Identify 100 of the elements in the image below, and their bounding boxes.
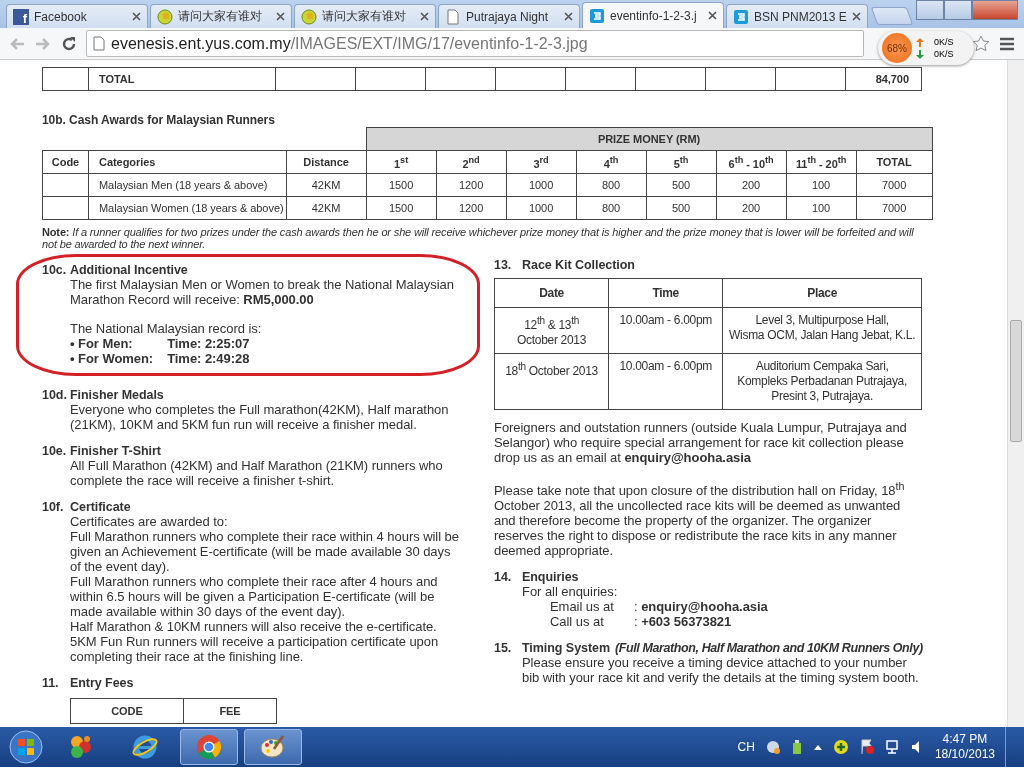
caret-icon[interactable] xyxy=(812,743,823,751)
text-line: Half Marathon & 10KM runners will also receive the e-certificate. xyxy=(70,619,438,634)
e-logo-icon[interactable] xyxy=(131,733,159,761)
table-cell: 10.00am - 6.00pm xyxy=(608,353,723,410)
table-cell: 7000 xyxy=(856,196,933,220)
star-icon[interactable] xyxy=(972,34,990,53)
text-line: Full Marathon runners who complete their race within 4 hours will be given an Achievement E-certificate (will be made available 30 days of the event day). xyxy=(70,529,460,574)
section-title: Race Kit Collection xyxy=(522,258,635,272)
table-cell: 100 xyxy=(786,173,857,197)
paragraph: Everyone who completes the Full marathon(42KM), Half marathon (21KM), 10KM and 5KM fun run will receive a finisher medal. xyxy=(70,402,450,432)
table-cell: 800 xyxy=(576,196,647,220)
column-header: Time xyxy=(608,278,723,308)
flag-icon[interactable] xyxy=(858,739,875,755)
paragraph: Foreigners and outstation runners (outside Kuala Lumpur, Putrajaya and Selangor) who require special arrangement for race kit collection please drop us as an email at enquiry@hooha.asia xyxy=(494,420,908,465)
column-header: Date xyxy=(494,278,609,308)
note-text: Note: If a runner qualifies for two prizes under the cash awards then he or she will receive whichever prize money that is higher and the prize money that is lower will be forfeited and will not be awarded to the next winner. xyxy=(42,226,915,250)
bullet-label: • For Men: xyxy=(70,336,134,351)
section-heading: 10b. Cash Awards for Malaysian Runners xyxy=(42,113,276,127)
close-icon[interactable] xyxy=(276,12,285,21)
table-cell: 1000 xyxy=(506,173,577,197)
column-header: 5$^{th}$ xyxy=(646,150,717,174)
column-header: 2$^{nd}$ xyxy=(436,150,507,174)
network-icon[interactable] xyxy=(884,739,901,755)
table-cell: 42KM xyxy=(286,196,367,220)
language-indicator[interactable]: CH xyxy=(737,740,755,754)
contact-value: : +603 56373821 xyxy=(634,614,733,630)
down-arrow-icon xyxy=(916,49,924,59)
site-icon xyxy=(589,7,605,24)
reload-icon[interactable] xyxy=(60,34,78,53)
chrome-ball-icon[interactable] xyxy=(195,733,223,761)
contact-value: : enquiry@hooha.asia xyxy=(634,599,769,615)
paragraph: The National Malaysian record is: xyxy=(70,321,263,336)
section-number: 10d. xyxy=(42,388,68,402)
table-cell: 18$^{th}$ October 2013 xyxy=(494,353,609,410)
plus-icon[interactable] xyxy=(832,739,849,755)
address-bar[interactable]: evenesis.ent.yus.com.my/IMAGES/EXT/IMG/17/eventinfo-1-2-3.jpg xyxy=(86,30,864,57)
section-number: 10f. xyxy=(42,500,65,514)
close-icon[interactable] xyxy=(852,12,861,21)
section-number: 11. xyxy=(42,676,60,690)
section-title: Finisher Medals xyxy=(70,388,164,402)
section-title: Certificate xyxy=(70,500,131,514)
column-header: 4$^{th}$ xyxy=(576,150,647,174)
column-header: Code xyxy=(42,150,89,174)
browser-tab[interactable]: Putrajaya Night xyxy=(438,4,580,28)
page-icon xyxy=(93,36,105,51)
section-number: 15. xyxy=(494,641,513,656)
table-cell: 1500 xyxy=(366,196,437,220)
clock[interactable]: 4:47 PM 18/10/2013 xyxy=(934,732,995,762)
browser-tab[interactable]: BSN PNM2013 E xyxy=(726,4,868,28)
browser-tab[interactable]: eventinfo-1-2-3.j xyxy=(582,2,724,28)
column-header: Categories xyxy=(88,150,287,174)
browser-tab[interactable]: 请问大家有谁对 xyxy=(150,4,292,28)
column-header: 3$^{rd}$ xyxy=(506,150,577,174)
record-time: Time: 2:49:28 xyxy=(167,351,250,366)
date: 18/10/2013 xyxy=(934,747,995,762)
palette-icon[interactable] xyxy=(259,733,287,761)
table-cell: 1200 xyxy=(436,173,507,197)
record-time: Time: 2:25:07 xyxy=(167,336,250,351)
text-line: Please ensure you receive a timing device attached to your number bib with your race kit and verify the details at the timing system booth. xyxy=(522,655,920,686)
table-cell: 10.00am - 6.00pm xyxy=(608,307,723,354)
close-icon[interactable] xyxy=(132,12,141,21)
column-header: FEE xyxy=(183,698,277,724)
site-icon xyxy=(733,8,749,25)
table-cell: 12$^{th}$ & 13$^{th}$ October 2013 xyxy=(494,307,609,354)
table-cell: 1500 xyxy=(366,173,437,197)
paragraph: All Full Marathon (42KM) and Half Marathon (21KM) runners who complete the race will receive a finisher t-shirt. xyxy=(70,458,444,488)
close-icon[interactable] xyxy=(420,12,429,21)
table-cell: Level 3, Multipurpose Hall, Wisma OCM, Jalan Hang Jebat, K.L. xyxy=(722,307,922,354)
scrollbar[interactable] xyxy=(1007,60,1024,727)
minimize-button[interactable] xyxy=(916,0,944,20)
column-header: 6$^{th}$ - 10$^{th}$ xyxy=(716,150,787,174)
start-orb-icon[interactable] xyxy=(6,729,46,765)
section-title: Additional Incentive xyxy=(70,263,188,277)
close-icon[interactable] xyxy=(564,12,573,21)
column-header: CODE xyxy=(70,698,184,724)
table-cell: 1200 xyxy=(436,196,507,220)
table-cell: Malaysian Men (18 years & above) xyxy=(88,173,287,197)
group-header: PRIZE MONEY (RM) xyxy=(366,127,933,151)
table-cell: 100 xyxy=(786,196,857,220)
download-rate: 0K/S xyxy=(934,49,954,59)
contact-label: Email us at xyxy=(550,599,615,615)
table-cell: 42KM xyxy=(286,173,367,197)
bullet-label: • For Women: xyxy=(70,351,154,366)
browser-tab[interactable]: 请问大家有谁对 xyxy=(294,4,436,28)
up-arrow-icon xyxy=(916,37,924,47)
section-number: 10e. xyxy=(42,444,68,458)
paragraph: Please take note that upon closure of the distribution hall on Friday, 18$^{th}$ October 2013, all the uncollected race kits will be deemed as unwanted and therefore become the property of the organizer. The organizer reserves the right to dispose or redistribute the race kits in any manner deemed appropriate. xyxy=(494,479,906,559)
section-title: Enquiries xyxy=(522,570,579,585)
table-cell: 500 xyxy=(646,173,717,197)
section-number: 10c. xyxy=(42,263,68,277)
maximize-button[interactable] xyxy=(944,0,972,20)
table-cell: 200 xyxy=(716,173,787,197)
text-line: Certificates are awarded to: xyxy=(70,514,229,529)
section-subtitle: (Full Marathon, Half Marathon and 10KM Runners Only) xyxy=(615,641,923,656)
text-line: 5KM Fun Run runners will receive a participation certificate upon completing their race at the finishing line. xyxy=(70,634,440,664)
browser-tab[interactable]: f Facebook xyxy=(6,4,148,28)
page-icon xyxy=(445,8,461,25)
usb-icon[interactable] xyxy=(790,739,803,755)
close-icon[interactable] xyxy=(708,11,717,20)
time: 4:47 PM xyxy=(942,732,988,747)
